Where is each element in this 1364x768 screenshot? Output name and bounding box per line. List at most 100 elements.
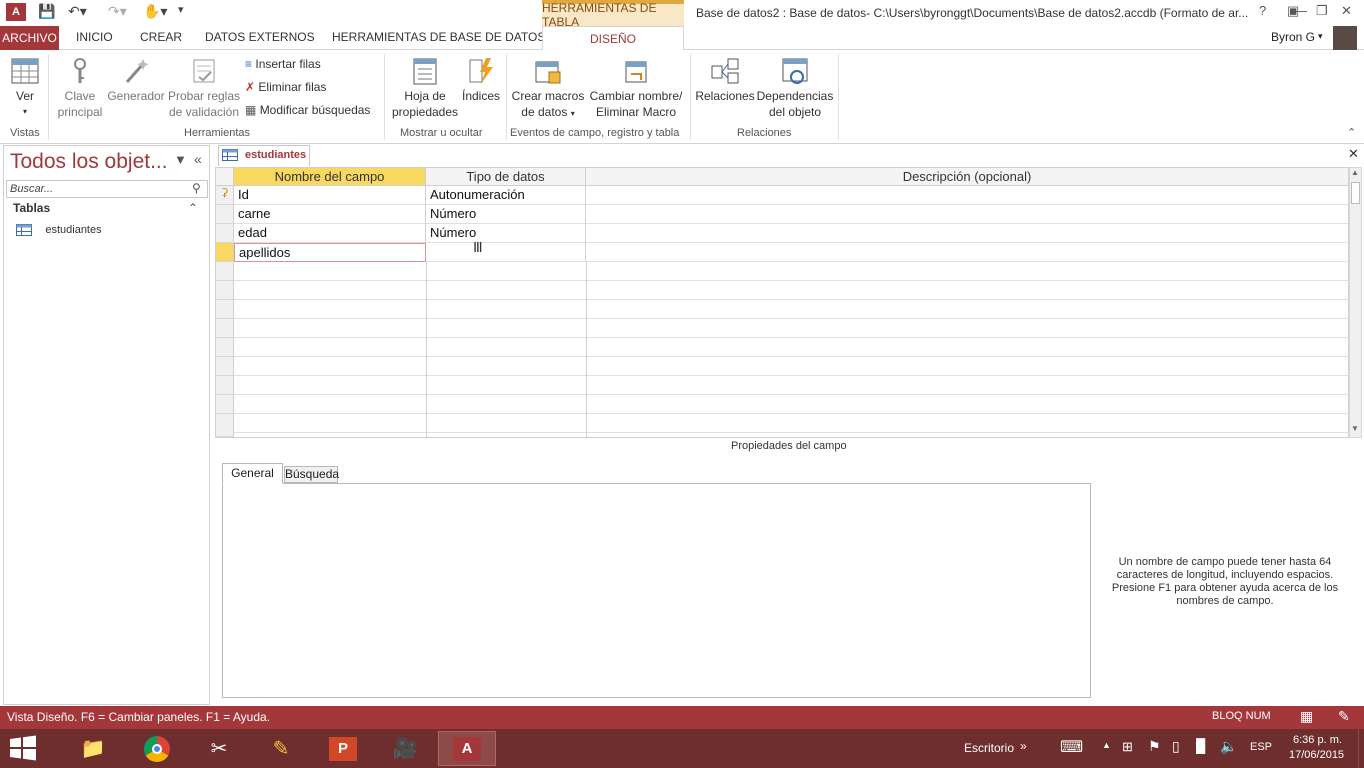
shutter-bar-close-icon[interactable]: « [194,151,202,167]
redo-icon[interactable]: ↷▾ [108,3,127,20]
row-selector[interactable] [216,319,234,338]
field-name-cell[interactable]: Id [234,186,426,205]
section-collapse-icon[interactable]: ⌃ [188,201,198,215]
tab-crear[interactable]: CREAR [140,30,182,44]
row-selector[interactable] [216,338,234,357]
nav-item-estudiantes[interactable]: estudiantes [16,222,102,236]
flag-icon[interactable]: ⚑ [1148,738,1161,755]
toolbar-escritorio[interactable]: Escritorio [964,741,1014,755]
data-type-cell[interactable]: Número [426,205,586,224]
row-selector[interactable] [216,376,234,395]
access-logo-icon[interactable]: A [6,3,26,21]
tab-herramientas-bd[interactable]: HERRAMIENTAS DE BASE DE DATOS [332,30,545,44]
scroll-down-icon[interactable]: ▼ [1351,424,1359,433]
close-document-icon[interactable]: ✕ [1348,146,1359,162]
user-menu-chevron-icon[interactable]: ▾ [1318,31,1323,42]
probar-reglas-button[interactable]: Probar reglas de validación [166,56,242,120]
generador-button[interactable]: Generador [106,56,166,104]
taskbar-chrome[interactable] [128,731,186,766]
crear-macros-button[interactable]: Crear macros de datos ▾ [510,56,586,122]
nav-pane-title[interactable]: Todos los objet... [10,150,168,174]
tab-archivo[interactable]: ARCHIVO [0,26,59,50]
start-button[interactable] [8,735,40,763]
tab-general[interactable]: General [222,463,283,484]
taskbar-explorer[interactable]: 📁 [64,731,122,766]
tab-diseno[interactable]: DISEÑO [542,26,684,51]
datasheet-view-button[interactable]: ▦ [1300,708,1313,725]
eliminar-filas-button[interactable]: ✗ Eliminar filas [245,80,326,94]
minimize-button[interactable]: — [1294,3,1307,18]
description-cell[interactable] [586,186,1349,205]
save-icon[interactable]: 💾 [38,3,55,20]
row-selector[interactable] [216,357,234,376]
user-name[interactable]: Byron G [1271,30,1315,44]
taskbar-video-app[interactable]: 🎥 [376,731,434,766]
row-selector-active[interactable] [216,243,234,262]
row-selector[interactable] [216,205,234,224]
close-button[interactable]: ✕ [1341,3,1352,19]
data-type-cell[interactable]: Número [426,224,586,243]
row-selector[interactable] [216,262,234,281]
row-selector[interactable] [216,224,234,243]
restore-button[interactable]: ❐ [1316,3,1328,19]
taskbar-pencil-app[interactable]: ✎ [252,731,310,766]
clock-time[interactable]: 6:36 p. m. [1293,734,1342,746]
avatar[interactable] [1333,26,1357,50]
dependencias-button[interactable]: Dependencias del objeto [756,56,834,120]
field-name-cell[interactable]: carne [234,205,426,224]
relaciones-button[interactable]: Relaciones [694,56,756,104]
field-name-cell-active[interactable]: apellidos [234,243,426,262]
row-selector[interactable] [216,281,234,300]
scroll-up-icon[interactable]: ▲ [1351,168,1359,177]
cambiar-nombre-macro-button[interactable]: Cambiar nombre/ Eliminar Macro [586,56,686,120]
tab-datos-externos[interactable]: DATOS EXTERNOS [205,30,315,44]
description-cell[interactable] [586,205,1349,224]
undo-icon[interactable]: ↶▾ [68,3,87,20]
ver-button[interactable]: Ver ▾ [6,56,44,120]
help-button[interactable]: ? [1259,3,1266,18]
clock-date[interactable]: 17/06/2015 [1289,749,1344,761]
tab-inicio[interactable]: INICIO [76,30,113,44]
indices-button[interactable]: Índices [460,56,502,104]
scroll-thumb[interactable] [1351,182,1360,204]
touch-mode-icon[interactable]: ✋▾ [143,3,167,20]
hoja-propiedades-button[interactable]: Hoja de propiedades [390,56,460,120]
column-header-nombre[interactable]: Nombre del campo [234,168,426,186]
data-type-cell[interactable] [426,243,586,262]
taskbar-snipping[interactable]: ✂ [190,731,248,766]
row-selector[interactable] [216,300,234,319]
taskbar-access[interactable]: A [438,731,496,766]
modificar-busquedas-button[interactable]: ▦ Modificar búsquedas [245,103,370,117]
tray-expand-icon[interactable]: ▲ [1102,740,1111,750]
data-type-cell[interactable]: Autonumeración [426,186,586,205]
collapse-ribbon-icon[interactable]: ⌃ [1347,126,1356,139]
row-selector[interactable] [216,395,234,414]
design-view-button[interactable]: ✎ [1338,708,1350,725]
keyboard-icon[interactable]: ⌨ [1060,737,1083,757]
row-selector[interactable]: ⚳ [216,186,234,205]
search-icon[interactable]: ⚲ [192,181,201,195]
tab-busqueda[interactable]: Búsqueda [284,466,339,483]
network-icon[interactable]: █ [1196,738,1205,753]
volume-icon[interactable]: 🔈 [1220,738,1237,755]
grid-scrollbar[interactable]: ▲ ▼ [1349,167,1362,438]
insertar-filas-button[interactable]: ≡ Insertar filas [245,57,321,71]
field-name-cell[interactable]: edad [234,224,426,243]
battery-icon[interactable]: ▯ [1172,738,1180,755]
nav-search-input[interactable]: Buscar... [6,180,208,198]
description-cell[interactable] [586,243,1349,262]
nav-dropdown-icon[interactable]: ▼ [174,152,187,167]
description-cell[interactable] [586,224,1349,243]
clave-principal-button[interactable]: Clave principal [54,56,106,120]
customize-qat-icon[interactable]: ▾ [178,3,184,16]
toolbar-chevron-icon[interactable]: » [1020,739,1027,753]
show-desktop-button[interactable] [1358,729,1364,768]
taskbar-powerpoint[interactable]: P [314,731,372,766]
grid-corner[interactable] [216,168,234,186]
row-selector[interactable] [216,414,234,437]
nav-section-tablas[interactable]: Tablas [13,201,50,215]
language-indicator[interactable]: ESP [1250,741,1272,753]
windows-tray-icon[interactable]: ⊞ [1122,739,1133,755]
column-header-descripcion[interactable]: Descripción (opcional) [586,168,1349,186]
column-header-tipo[interactable]: Tipo de datos [426,168,586,186]
